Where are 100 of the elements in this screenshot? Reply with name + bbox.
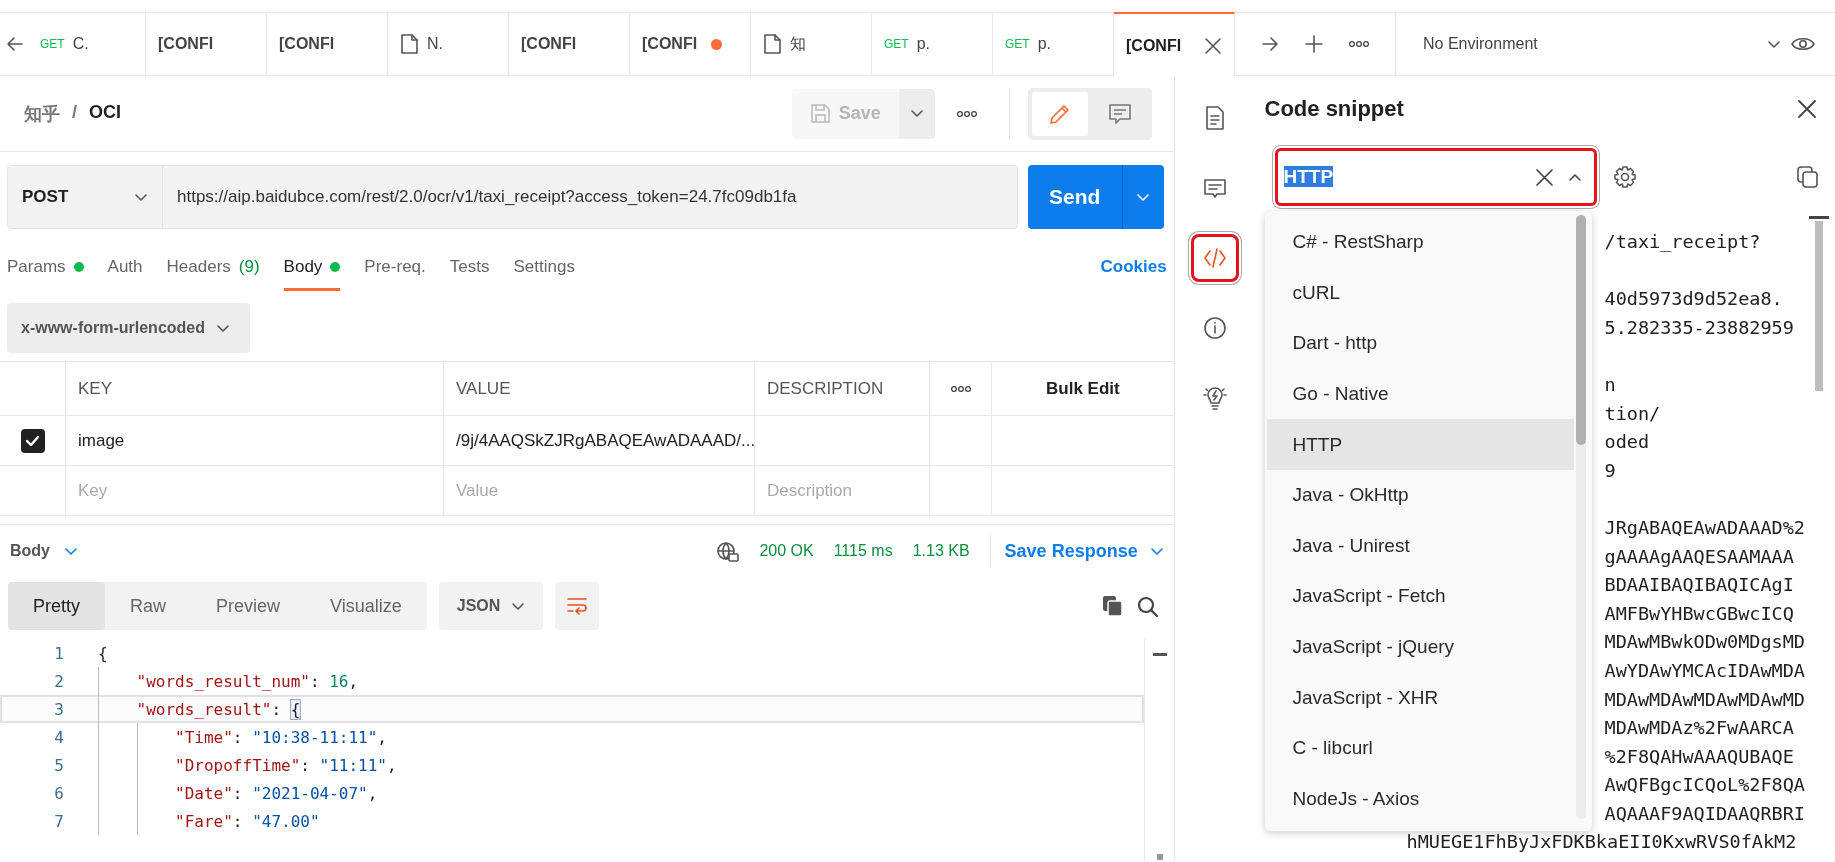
bulk-edit-button[interactable]: Bulk Edit xyxy=(992,362,1174,416)
line-number: 6 xyxy=(53,783,65,803)
copy-icon[interactable] xyxy=(1797,165,1819,189)
close-icon[interactable] xyxy=(1797,99,1817,119)
plus-icon[interactable] xyxy=(1305,35,1323,53)
column-header: VALUE xyxy=(444,362,755,416)
request-tab[interactable]: Auth xyxy=(107,243,143,291)
tab[interactable]: N. xyxy=(388,13,509,75)
format-dropdown[interactable]: JSON xyxy=(438,582,543,630)
request-tab[interactable]: Headers (9) xyxy=(166,243,260,291)
globe-lock-icon xyxy=(716,540,740,562)
send-button[interactable]: Send xyxy=(1027,165,1122,229)
more-icon xyxy=(956,109,977,118)
scrollbar[interactable] xyxy=(1575,215,1586,445)
line-number: 7 xyxy=(53,811,65,831)
settings-icon[interactable] xyxy=(1612,165,1637,189)
tab[interactable]: [CONFI xyxy=(267,13,388,75)
response-size: 1.13 KB xyxy=(912,542,970,560)
tab[interactable]: [CONFI xyxy=(630,13,751,75)
request-tab[interactable]: Tests xyxy=(449,243,490,291)
response-time: 1115 ms xyxy=(833,542,893,560)
method-label: GET xyxy=(884,37,909,51)
menu-item[interactable]: Java - Unirest xyxy=(1266,520,1574,572)
menu-item[interactable]: cURL xyxy=(1266,267,1574,319)
arrow-right-icon[interactable] xyxy=(1261,36,1279,52)
tab[interactable]: GET C. xyxy=(30,13,146,75)
menu-item[interactable]: HTTP xyxy=(1266,419,1574,470)
json-number: 16 xyxy=(329,671,349,691)
code-line: oded xyxy=(1604,430,1650,455)
document-icon xyxy=(1204,106,1225,130)
menu-item[interactable]: JavaScript - Fetch xyxy=(1266,571,1574,622)
menu-item[interactable]: JavaScript - XHR xyxy=(1266,672,1574,723)
search-icon[interactable] xyxy=(1136,595,1158,617)
wrap-lines-icon xyxy=(565,596,588,616)
request-name: OCI xyxy=(89,101,122,124)
clear-icon[interactable] xyxy=(1534,167,1554,187)
wrap-lines-button[interactable] xyxy=(554,582,599,630)
code-icon xyxy=(1202,247,1227,269)
menu-item[interactable]: C - libcurl xyxy=(1266,722,1574,774)
code-line: MDAwMDAz%2FwAARCA xyxy=(1604,716,1794,741)
tab[interactable]: [CONFI xyxy=(1114,12,1235,77)
code-line: /taxi_receipt? xyxy=(1604,230,1761,254)
chevron-down-icon xyxy=(1136,191,1151,203)
json-key: "words_result_num" xyxy=(136,671,310,691)
json-punctuation: , xyxy=(377,727,387,747)
breadcrumb-link[interactable]: 知乎 xyxy=(24,101,60,126)
json-key: "Time" xyxy=(175,727,233,747)
request-tab[interactable]: Params xyxy=(7,243,84,291)
tab[interactable]: GET p. xyxy=(872,13,993,75)
menu-item[interactable]: NodeJs - Axios xyxy=(1266,773,1574,825)
tab[interactable]: [CONFI xyxy=(509,13,630,75)
count-label: (9) xyxy=(238,257,260,277)
menu-item[interactable]: Go - Native xyxy=(1266,368,1574,420)
comment-icon xyxy=(1202,178,1227,198)
code-line: AQAAAF9AQIDAAQRBRI xyxy=(1604,801,1805,826)
description-field[interactable]: Description xyxy=(755,466,929,515)
matched-bracket: { xyxy=(290,699,301,719)
panel-title: Code snippet xyxy=(1264,96,1404,122)
menu-item[interactable]: Dart - http xyxy=(1266,318,1574,369)
checkbox[interactable] xyxy=(20,428,45,453)
code-line: 5.282335-23882959 xyxy=(1604,315,1794,340)
json-punctuation: , xyxy=(387,755,397,775)
status-code: 200 OK xyxy=(759,542,814,560)
copy-icon[interactable] xyxy=(1101,595,1123,617)
sidebar-button[interactable] xyxy=(1190,234,1239,282)
menu-item[interactable]: JavaScript - jQuery xyxy=(1266,621,1574,673)
key-field[interactable]: Key xyxy=(66,466,443,515)
request-tab[interactable]: Body xyxy=(283,243,341,291)
more-icon[interactable] xyxy=(950,384,971,393)
view-tab[interactable]: Raw xyxy=(105,582,192,630)
response-view-dropdown[interactable]: Body xyxy=(10,542,78,560)
cookies-link[interactable]: Cookies xyxy=(1100,243,1167,291)
column-header: DESCRIPTION xyxy=(755,362,930,416)
code-line: JRgABAQEAwADAAAD%2 xyxy=(1604,515,1805,540)
menu-item[interactable]: Java - OkHttp xyxy=(1266,469,1574,521)
value-field[interactable]: Value xyxy=(444,466,754,515)
close-icon[interactable] xyxy=(1204,36,1222,55)
menu-item[interactable]: C# - RestSharp xyxy=(1266,217,1574,268)
tab[interactable]: 知 xyxy=(751,13,872,75)
more-icon[interactable] xyxy=(1349,40,1369,48)
code-line: 9 xyxy=(1604,458,1616,483)
save-response-button[interactable]: Save Response xyxy=(989,535,1164,567)
scrollbar[interactable] xyxy=(1815,221,1823,391)
chevron-down-icon xyxy=(1767,38,1781,50)
tab[interactable]: [CONFI xyxy=(146,13,267,75)
json-punctuation: , xyxy=(367,783,378,803)
json-string: "10:38-11:11" xyxy=(252,727,378,747)
body-type-dropdown[interactable]: x-www-form-urlencoded xyxy=(7,303,250,353)
request-tab[interactable]: Settings xyxy=(513,243,575,291)
view-tab[interactable]: Preview xyxy=(191,582,306,630)
code-line: tion/ xyxy=(1604,401,1661,426)
view-tab[interactable]: Visualize xyxy=(305,582,427,630)
request-tab[interactable]: Pre-req. xyxy=(364,243,426,291)
code-line: gAAAAgAAQESAAMAAA xyxy=(1604,544,1794,569)
view-tab[interactable]: Pretty xyxy=(8,582,105,630)
eye-icon[interactable] xyxy=(1791,35,1815,53)
language-search-field[interactable]: HTTP xyxy=(1274,148,1597,206)
environment-dropdown[interactable]: No Environment xyxy=(1423,24,1781,64)
code-line: 40d5973d9d52ea8. xyxy=(1604,287,1783,312)
json-punctuation: , xyxy=(348,671,359,691)
